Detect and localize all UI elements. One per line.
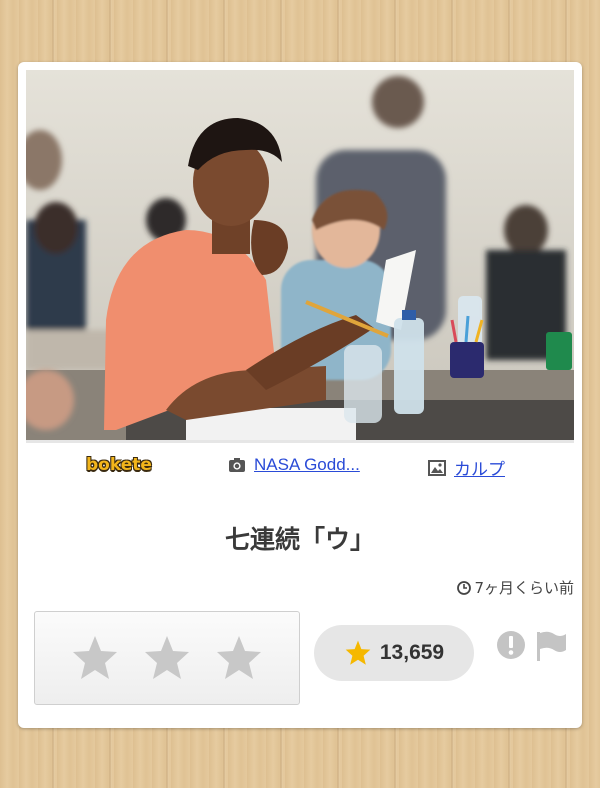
meta-row: bokete NASA Godd... カルプ — [18, 455, 582, 481]
rate-star-2-icon[interactable] — [142, 633, 192, 683]
bokete-logo[interactable]: bokete — [86, 455, 152, 475]
boke-caption: 七連続「ウ」 — [224, 525, 375, 554]
posted-time: 7ヶ月くらい前 — [457, 577, 574, 598]
rate-star-1-icon[interactable] — [70, 633, 120, 683]
star-icon — [345, 640, 371, 665]
report-icon[interactable] — [496, 630, 526, 660]
classroom-photo-image — [26, 70, 574, 440]
camera-icon — [229, 458, 245, 472]
photo[interactable] — [26, 70, 574, 443]
photo-credit-link[interactable]: NASA Godd... — [254, 455, 360, 475]
star-count-button[interactable]: 13,659 — [314, 625, 474, 681]
star-rating-selector — [34, 611, 300, 705]
image-icon — [428, 459, 446, 476]
photo-credit: NASA Godd... — [228, 455, 360, 475]
image-credit-link[interactable]: カルプ — [454, 455, 505, 480]
rate-star-3-icon[interactable] — [214, 633, 264, 683]
boke-card: bokete NASA Godd... カルプ 七連続「ウ」 7ヶ月くらい前 1… — [18, 62, 582, 728]
flag-icon[interactable] — [534, 630, 568, 662]
star-count: 13,659 — [379, 641, 445, 664]
posted-time-text: 7ヶ月くらい前 — [474, 579, 574, 597]
clock-icon — [457, 580, 472, 595]
image-credit: カルプ — [428, 455, 505, 480]
